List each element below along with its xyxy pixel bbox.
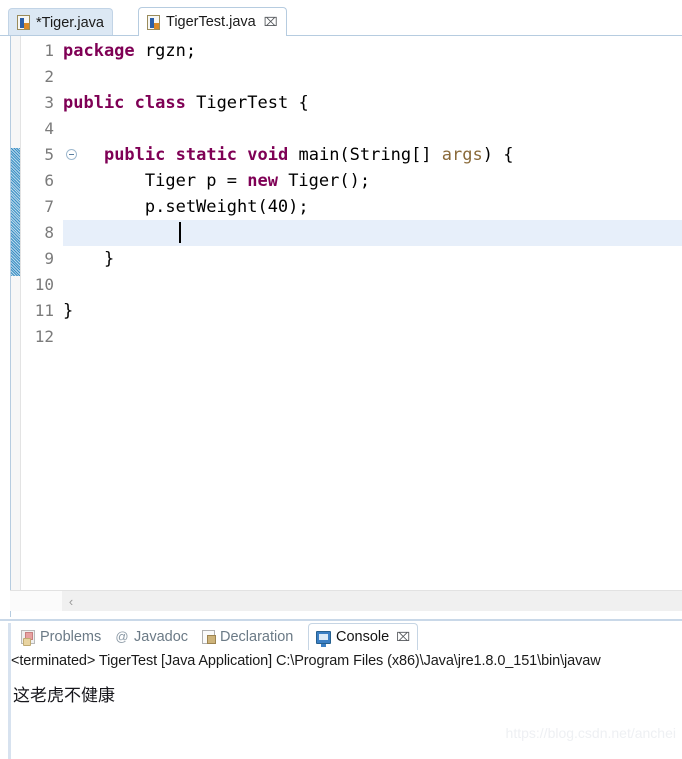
code-token: args xyxy=(441,145,483,165)
line-number: 11 xyxy=(34,301,54,320)
editor-tab-tiger-java[interactable]: *Tiger.java xyxy=(8,8,113,36)
line-number: 2 xyxy=(44,67,54,86)
code-line[interactable] xyxy=(63,64,682,90)
line-number: 12 xyxy=(34,327,54,346)
editor-tab-tigertest-java[interactable]: TigerTest.java ⌧ xyxy=(138,7,287,37)
code-token: Tiger(); xyxy=(277,171,371,191)
code-token: static xyxy=(175,145,238,165)
code-token: Tiger p = xyxy=(63,171,248,191)
code-line[interactable]: p.setWeight(40); xyxy=(63,194,682,220)
code-line[interactable]: public class TigerTest { xyxy=(63,90,682,116)
view-tab-console[interactable]: Console ⌧ xyxy=(308,623,419,650)
code-line[interactable] xyxy=(63,324,682,350)
view-tab-label: Javadoc xyxy=(134,628,189,645)
editor-tab-label: *Tiger.java xyxy=(36,14,104,31)
code-token: ) { xyxy=(482,145,514,165)
code-canvas[interactable]: } } p.setWeight(40); Tiger p = new Tiger… xyxy=(63,36,682,596)
view-tab-problems[interactable]: Problems xyxy=(14,623,108,650)
code-token: } xyxy=(63,301,74,321)
java-file-icon xyxy=(147,14,160,30)
console-tab-bar: Problems @ Javadoc Declaration Console ⌧ xyxy=(0,623,682,651)
line-number: 9 xyxy=(44,249,54,268)
line-number: 7 xyxy=(44,197,54,216)
editor-text-area[interactable]: 1 2 3 4 5 6 7 8 9 10 11 12 } } p.setWeight(40); Tig… xyxy=(10,36,682,596)
code-token: void xyxy=(247,145,289,165)
console-part: Problems @ Javadoc Declaration Console ⌧… xyxy=(0,619,682,759)
code-token: package xyxy=(63,41,135,61)
code-token: new xyxy=(247,171,278,191)
java-file-icon xyxy=(17,15,30,30)
scrollbar-corner xyxy=(10,591,62,612)
code-line[interactable]: Tiger p = new Tiger(); xyxy=(63,168,682,194)
line-number: 3 xyxy=(44,93,54,112)
line-number-ruler: 1 2 3 4 5 6 7 8 9 10 11 12 xyxy=(21,36,77,596)
view-tab-label: Console xyxy=(336,629,390,645)
editor-part: *Tiger.java TigerTest.java ⌧ 1 2 3 4 5 6 7 8 9 10… xyxy=(0,0,682,619)
line-number: 4 xyxy=(44,119,54,138)
line-number: 8 xyxy=(44,223,54,242)
code-line[interactable]: } xyxy=(63,246,682,272)
scroll-left-icon[interactable]: ‹ xyxy=(62,591,80,612)
code-line[interactable] xyxy=(63,272,682,298)
line-number: 1 xyxy=(44,41,54,60)
view-tab-label: Problems xyxy=(40,628,102,645)
code-token: main(String[] xyxy=(288,145,442,165)
code-line[interactable]: public static void main(String[] args) { xyxy=(63,142,682,168)
code-token: public xyxy=(63,93,125,113)
editor-tab-bar: *Tiger.java TigerTest.java ⌧ xyxy=(0,0,682,37)
code-line[interactable] xyxy=(63,220,682,246)
close-icon[interactable]: ⌧ xyxy=(396,631,410,643)
watermark-text: https://blog.csdn.net/anchei xyxy=(505,725,676,741)
editor-bottom-edge xyxy=(10,611,682,617)
problems-icon xyxy=(21,629,35,646)
code-line[interactable] xyxy=(63,116,682,142)
console-process-line: <terminated> TigerTest [Java Application… xyxy=(11,653,601,669)
line-number: 10 xyxy=(34,275,54,294)
view-tab-javadoc[interactable]: @ Javadoc xyxy=(108,623,195,650)
code-token: class xyxy=(134,93,186,113)
line-number: 6 xyxy=(44,171,54,190)
console-output-text: 这老虎不健康 xyxy=(13,686,115,706)
code-line[interactable]: package rgzn; xyxy=(63,38,682,64)
console-output-area[interactable]: <terminated> TigerTest [Java Application… xyxy=(11,650,682,759)
code-token: TigerTest { xyxy=(185,93,309,113)
code-token: public xyxy=(103,145,166,165)
code-line[interactable]: } xyxy=(63,298,682,324)
view-tab-declaration[interactable]: Declaration xyxy=(195,623,300,650)
view-tab-label: Declaration xyxy=(220,628,294,645)
code-token: p.setWeight(40); xyxy=(63,197,309,217)
changed-lines-indicator xyxy=(11,148,20,276)
declaration-icon xyxy=(202,629,216,644)
line-number: 5 xyxy=(44,145,54,164)
editor-horizontal-scrollbar[interactable]: ‹ xyxy=(10,590,682,612)
close-icon[interactable]: ⌧ xyxy=(264,16,278,28)
javadoc-icon: @ xyxy=(115,629,129,644)
panel-divider xyxy=(0,619,682,621)
code-token: } xyxy=(63,249,115,269)
console-icon xyxy=(316,630,331,647)
text-caret xyxy=(179,222,181,243)
code-token: rgzn; xyxy=(134,41,197,61)
editor-tab-label: TigerTest.java xyxy=(166,14,256,30)
